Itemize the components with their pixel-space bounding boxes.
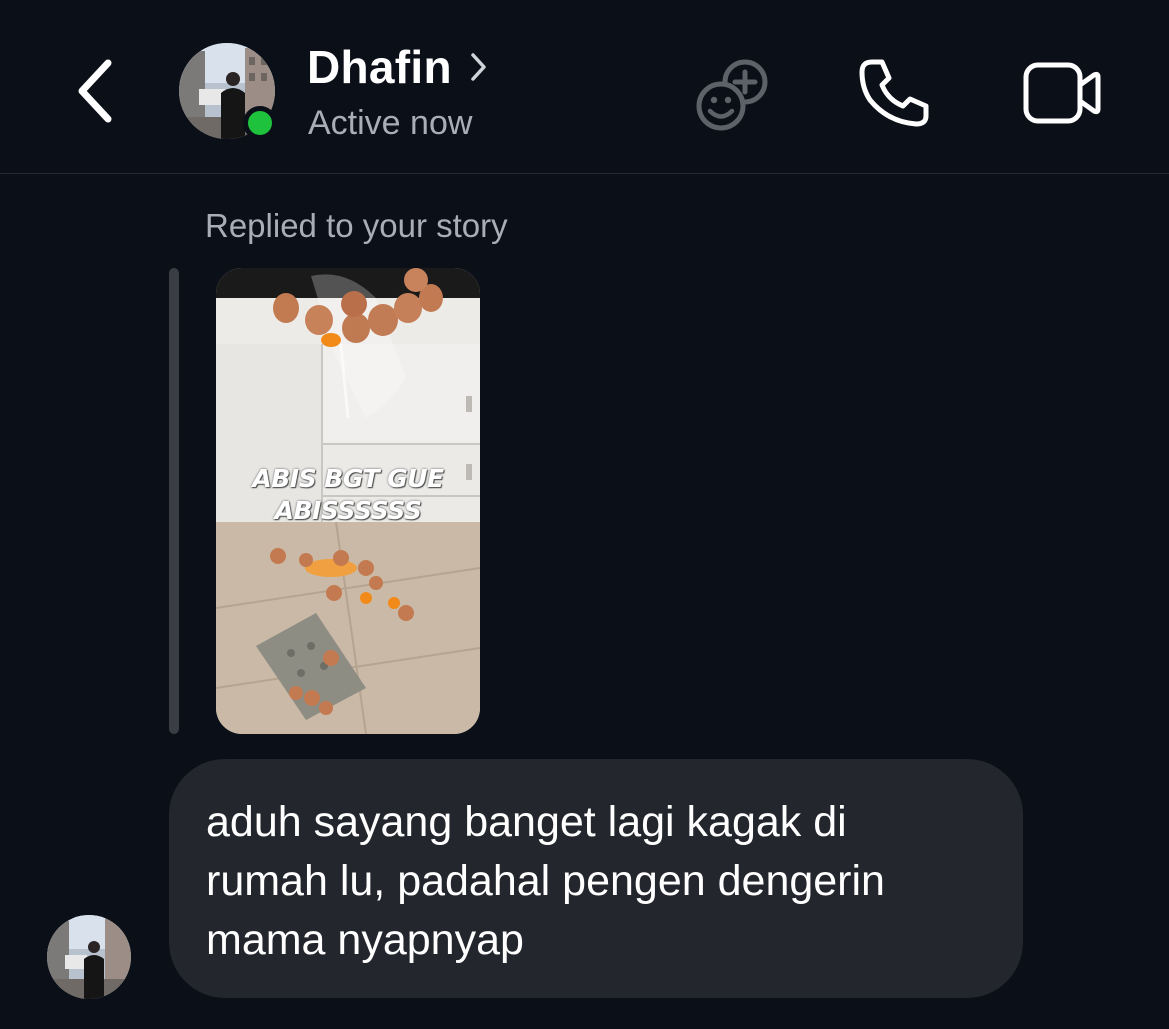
- chat-header: Dhafin Active now: [0, 0, 1169, 174]
- story-caption-line: ABISSSSSS: [274, 496, 422, 525]
- message-text-line: rumah lu, padahal pengen dengerin: [206, 857, 885, 905]
- online-status-indicator: [243, 106, 277, 140]
- back-button[interactable]: [70, 55, 130, 127]
- sender-avatar[interactable]: [47, 915, 131, 999]
- video-call-button[interactable]: [1022, 60, 1102, 126]
- effects-button[interactable]: [693, 54, 773, 134]
- story-caption: ABIS BGT GUE ABISSSSSS: [216, 463, 480, 527]
- story-thumbnail[interactable]: ABIS BGT GUE ABISSSSSS: [216, 268, 480, 734]
- contact-name: Dhafin: [307, 41, 452, 93]
- chevron-left-icon: [78, 59, 112, 123]
- effects-icon: [696, 59, 768, 131]
- contact-status: Active now: [308, 104, 473, 142]
- phone-icon: [859, 59, 929, 127]
- story-caption-line: ABIS BGT GUE: [252, 464, 444, 493]
- story-reply-label: Replied to your story: [205, 207, 508, 244]
- contact-name-link[interactable]: Dhafin: [307, 40, 490, 94]
- message-bubble[interactable]: aduh sayang banget lagi kagak di rumah l…: [169, 759, 1023, 998]
- audio-call-button[interactable]: [858, 56, 932, 130]
- message-text-line: mama nyapnyap: [206, 916, 524, 964]
- reply-indicator-bar: [169, 268, 179, 734]
- message-text-line: aduh sayang banget lagi kagak di: [206, 798, 847, 846]
- video-camera-icon: [1023, 62, 1101, 124]
- chevron-right-icon: [471, 53, 486, 81]
